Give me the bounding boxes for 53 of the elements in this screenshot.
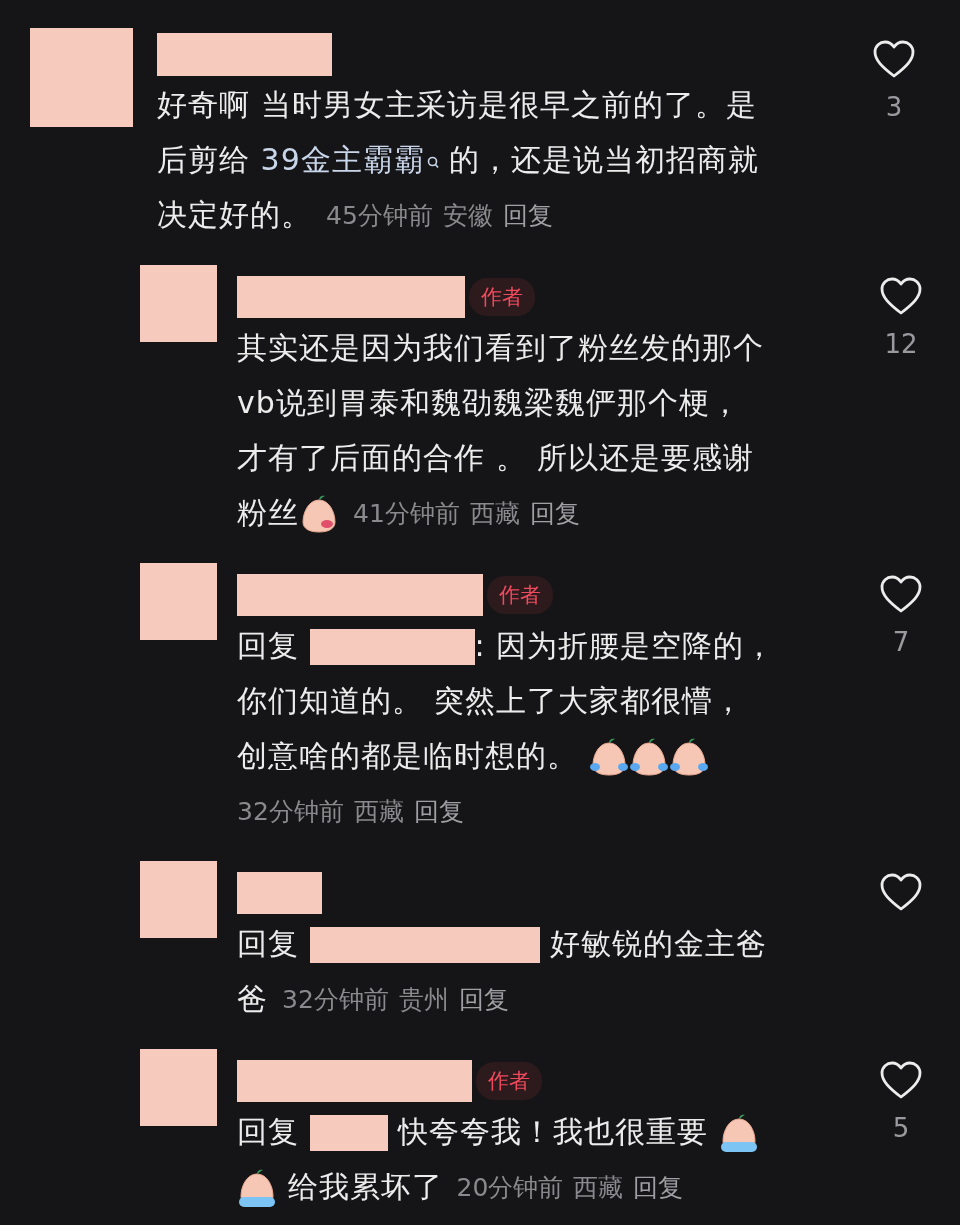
keyword-link[interactable]: 39金主霸霸: [260, 140, 439, 181]
location: 西藏: [469, 498, 520, 530]
like-count: 3: [885, 92, 903, 122]
like-count: 12: [884, 329, 918, 359]
comment-text: 创意啥的都是临时想的。: [237, 737, 579, 775]
timestamp: 45分钟前: [326, 200, 433, 232]
location: 西藏: [353, 796, 404, 828]
timestamp: 41分钟前: [353, 498, 460, 530]
comment-text: 好敏锐的金主爸: [549, 925, 768, 963]
reply-link[interactable]: 回复: [633, 1171, 684, 1204]
like-count: 5: [892, 1113, 910, 1143]
comment-text: 回复: [237, 1113, 300, 1151]
location: 西藏: [573, 1172, 624, 1204]
comment-text: 后剪给: [157, 141, 251, 179]
comment-text: 粉丝: [237, 494, 299, 532]
comment-text: 爸: [237, 980, 268, 1018]
location: 安徽: [442, 200, 493, 232]
sobbing-emoji-icon: [718, 1112, 759, 1153]
location: 贵州: [398, 984, 449, 1016]
comment-text: 其实还是因为我们看到了粉丝发的那个: [237, 329, 764, 367]
author-badge: 作者: [487, 576, 553, 614]
sobbing-emoji-icon: [237, 1167, 277, 1208]
reply-link[interactable]: 回复: [458, 983, 509, 1016]
heart-icon: [879, 277, 923, 317]
comment-text: 你们知道的。 突然上了大家都很懵，: [237, 682, 744, 720]
laughing-tears-emoji-icon: [668, 736, 709, 777]
timestamp: 32分钟前: [282, 984, 389, 1016]
heart-icon: [879, 873, 923, 913]
author-badge: 作者: [469, 278, 535, 316]
like-count: 7: [892, 627, 910, 657]
timestamp: 32分钟前: [237, 796, 344, 828]
comment-text: 给我累坏了: [286, 1168, 443, 1206]
reply-link[interactable]: 回复: [529, 497, 580, 530]
author-badge: 作者: [476, 1062, 542, 1100]
laughing-tears-emoji-icon: [628, 736, 669, 777]
blushing-emoji-icon: [299, 493, 339, 534]
heart-icon: [879, 575, 923, 615]
search-icon: [426, 156, 439, 170]
comment-text: 才有了后面的合作 。 所以还是要感谢: [237, 439, 755, 477]
comment-text: 回复: [237, 627, 300, 665]
comment-text: 回复: [237, 925, 300, 963]
timestamp: 20分钟前: [456, 1172, 564, 1204]
comment-text: vb说到胃泰和魏劭魏梁魏俨那个梗，: [237, 384, 741, 422]
heart-icon: [872, 40, 916, 80]
comment-text: : 因为折腰是空降的，: [474, 627, 776, 665]
heart-icon: [879, 1061, 923, 1101]
comment-text: 决定好的。: [157, 196, 312, 234]
reply-link[interactable]: 回复: [413, 795, 464, 828]
comment-text: 快夸夸我！我也很重要: [396, 1113, 710, 1151]
comment-text: 好奇啊 当时男女主采访是很早之前的了。是: [157, 86, 757, 124]
laughing-tears-emoji-icon: [588, 736, 629, 777]
reply-link[interactable]: 回复: [502, 199, 553, 232]
comment-text: 的，还是说当初招商就: [448, 141, 760, 179]
